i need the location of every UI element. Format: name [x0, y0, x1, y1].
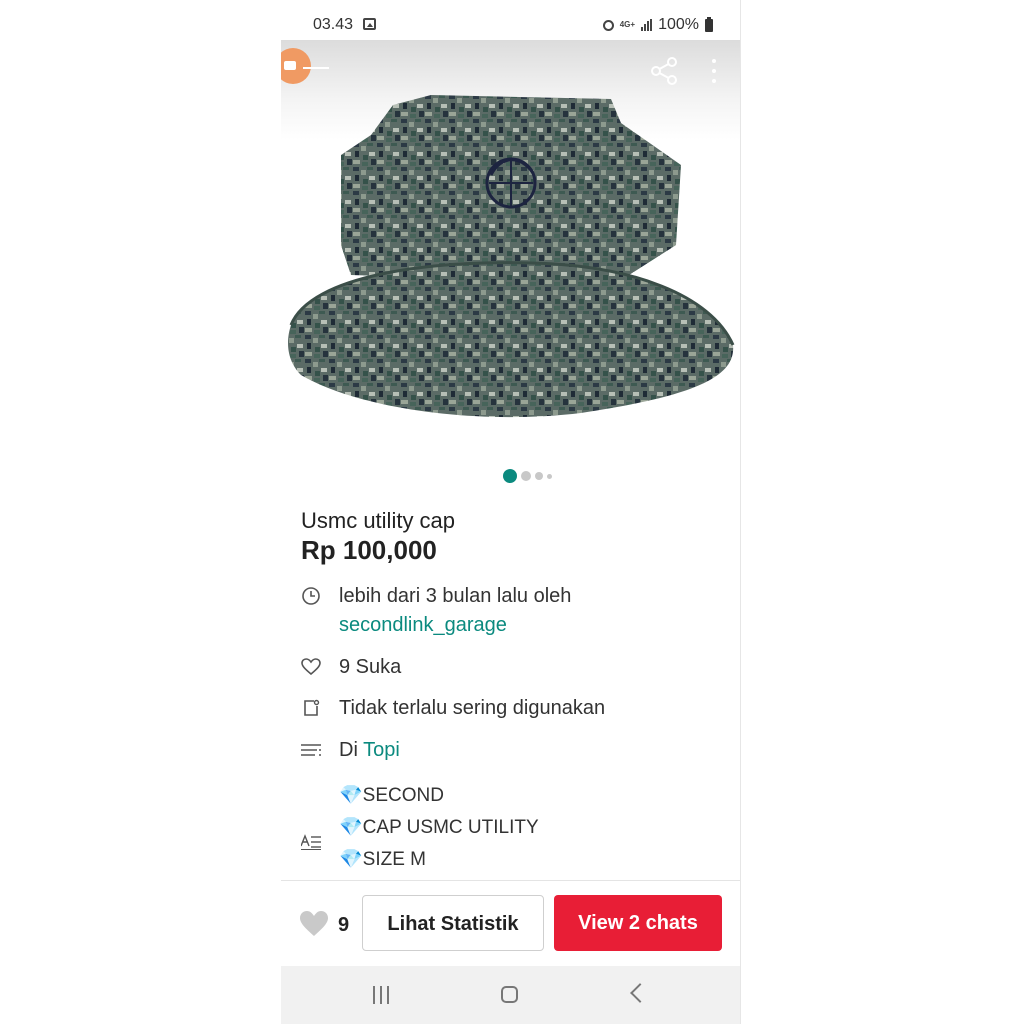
condition-row: Tidak terlalu sering digunakan [301, 694, 605, 723]
heart-icon [301, 657, 321, 677]
description-line: 💎CAP USMC UTILITY [339, 817, 539, 838]
product-price: Rp 100,000 [301, 535, 437, 565]
chat-bubble-icon[interactable] [281, 48, 311, 84]
gem-icon: 💎 [339, 849, 363, 870]
product-image-carousel[interactable] [281, 40, 741, 460]
carousel-dot [547, 473, 552, 479]
phone-edge-divider [740, 0, 741, 1024]
condition-icon [301, 698, 321, 718]
seller-link[interactable]: secondlink_garage [339, 611, 571, 640]
view-statistics-button[interactable]: Lihat Statistik [362, 895, 544, 951]
back-icon[interactable] [303, 67, 329, 69]
like-count: 9 [338, 914, 350, 936]
signal-icon [641, 19, 653, 31]
likes-link[interactable]: 9 Suka [339, 653, 401, 682]
status-bar: 03.43 4G+ 100% [281, 0, 741, 40]
battery-icon [705, 16, 713, 32]
category-prefix: Di [339, 739, 358, 761]
description-line: 💎SECOND [339, 785, 444, 806]
network-type-icon: 4G+ [619, 20, 636, 29]
view-chats-button[interactable]: View 2 chats [554, 895, 722, 951]
battery-percent: 100% [658, 16, 699, 33]
category-link[interactable]: Topi [363, 739, 400, 761]
gallery-notification-icon [363, 18, 376, 30]
gem-icon: 💎 [339, 785, 363, 806]
description-text: 💎SECOND 💎CAP USMC UTILITY 💎SIZE M [339, 780, 539, 876]
phone-screen: 03.43 4G+ 100% Usmc utility cap Rp 100,0… [281, 0, 741, 1024]
status-time: 03.43 [313, 16, 354, 33]
condition-text: Tidak terlalu sering digunakan [339, 697, 606, 719]
gem-icon: 💎 [339, 817, 363, 838]
carousel-dot [535, 472, 543, 480]
carousel-indicator [503, 469, 552, 483]
description-row: 💎SECOND 💎CAP USMC UTILITY 💎SIZE M [301, 780, 539, 876]
nav-back-icon[interactable] [630, 983, 650, 1003]
carousel-dot [521, 471, 531, 481]
likes-row: 9 Suka [301, 653, 401, 682]
share-icon[interactable] [649, 56, 679, 86]
clock-icon [301, 586, 321, 606]
product-photo [288, 95, 735, 418]
category-icon [301, 740, 321, 760]
more-options-icon[interactable] [711, 59, 717, 85]
carousel-dot-active [503, 469, 517, 483]
description-icon [301, 832, 321, 852]
recent-apps-icon[interactable] [373, 986, 389, 1004]
product-title: Usmc utility cap [301, 508, 456, 533]
category-row: Di Topi [301, 736, 400, 765]
system-nav-bar [281, 966, 741, 1024]
description-line: 💎SIZE M [339, 849, 427, 870]
bottom-action-bar: 9 Lihat Statistik View 2 chats [281, 880, 741, 967]
like-heart-icon[interactable] [299, 910, 329, 938]
posted-time-text: lebih dari 3 bulan lalu oleh [339, 585, 572, 607]
alarm-icon [602, 19, 614, 31]
posted-info-row: lebih dari 3 bulan lalu oleh secondlink_… [301, 582, 571, 640]
home-icon[interactable] [501, 986, 518, 1003]
status-indicators: 4G+ 100% [602, 16, 713, 34]
